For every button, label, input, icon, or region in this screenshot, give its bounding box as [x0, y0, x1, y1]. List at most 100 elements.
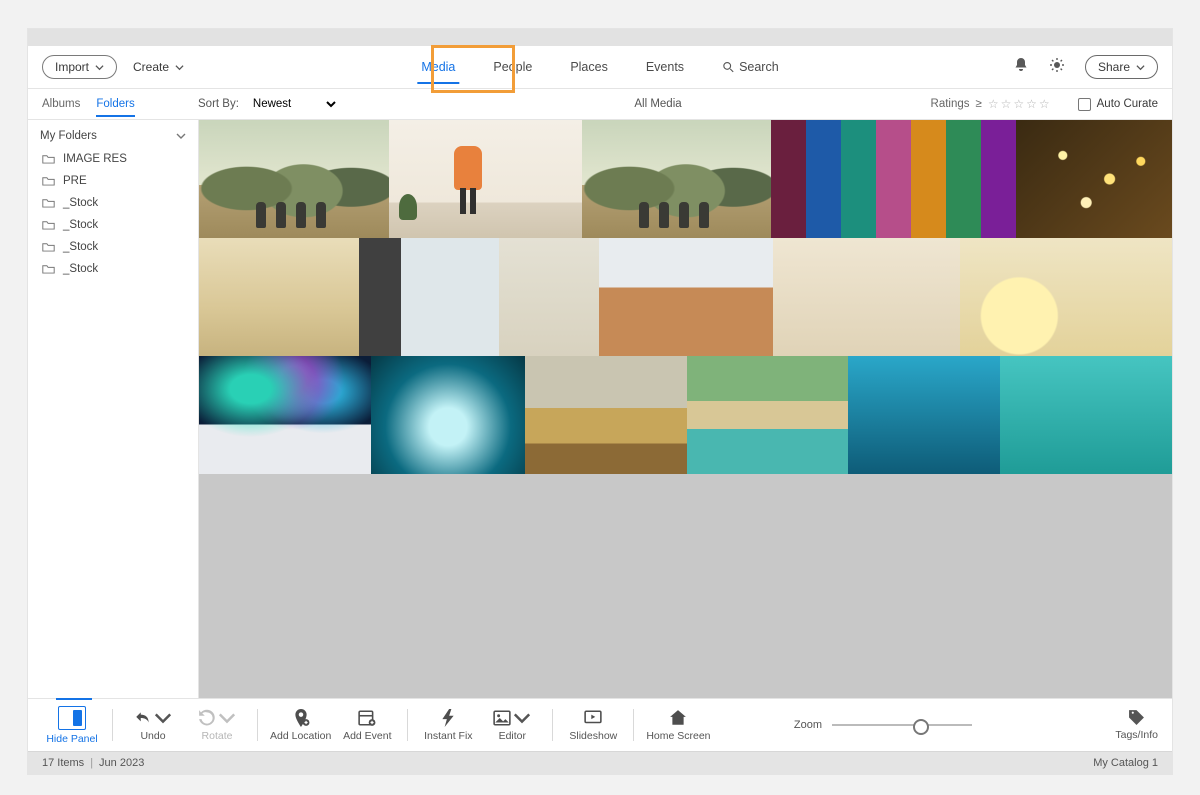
media-thumb[interactable] — [960, 238, 1172, 356]
media-thumb[interactable] — [389, 120, 582, 238]
media-thumb[interactable] — [525, 356, 687, 474]
window-chrome — [28, 29, 1172, 46]
zoom-control[interactable]: Zoom — [794, 719, 972, 731]
tab-places-label: Places — [570, 60, 608, 74]
sort-controls: Sort By: Newest — [198, 97, 931, 111]
media-thumb[interactable] — [848, 356, 1000, 474]
media-thumb[interactable] — [199, 120, 389, 238]
folder-item[interactable]: _Stock — [28, 214, 198, 236]
tab-media-label: Media — [421, 60, 455, 74]
sortby-label: Sort By: — [198, 98, 239, 110]
folder-item[interactable]: _Stock — [28, 192, 198, 214]
tab-media[interactable]: Media — [419, 48, 457, 86]
secondary-bar: Albums Folders Sort By: Newest All Media… — [28, 89, 1172, 120]
media-thumb[interactable] — [199, 356, 371, 474]
tags-info-button[interactable]: Tags/Info — [1115, 709, 1158, 741]
add-event-button[interactable]: Add Event — [335, 709, 399, 742]
rotate-label: Rotate — [202, 730, 233, 742]
create-button[interactable]: Create — [133, 60, 184, 74]
folder-icon — [42, 198, 55, 208]
rotate-icon — [198, 709, 216, 727]
media-thumb[interactable] — [773, 238, 960, 356]
chevron-down-icon — [218, 709, 236, 727]
hide-panel-button[interactable]: Hide Panel — [40, 706, 104, 745]
folder-item[interactable]: PRE — [28, 170, 198, 192]
status-date: Jun 2023 — [99, 757, 144, 769]
tag-icon — [1128, 709, 1145, 726]
import-button[interactable]: Import — [42, 55, 117, 79]
folder-list: IMAGE RES PRE _Stock _Stock _Stock _Stoc… — [28, 148, 198, 280]
chevron-down-icon — [154, 709, 172, 727]
separator — [633, 709, 634, 741]
home-icon — [669, 709, 687, 727]
notifications-button[interactable] — [1013, 57, 1029, 78]
media-thumb[interactable] — [1000, 356, 1172, 474]
autocurate-toggle[interactable]: Auto Curate — [1078, 98, 1158, 111]
ratings-label: Ratings — [931, 98, 970, 110]
status-bar: 17 Items | Jun 2023 My Catalog 1 — [28, 751, 1172, 774]
folder-group-label: My Folders — [40, 130, 97, 142]
chevron-down-icon — [175, 63, 184, 72]
sun-icon — [1049, 57, 1065, 73]
topbar: Import Create Media People Places Events… — [28, 46, 1172, 89]
tags-info-label: Tags/Info — [1115, 729, 1158, 741]
rating-stars[interactable]: ☆☆☆☆☆ — [988, 97, 1052, 111]
main-area: My Folders IMAGE RES PRE _Stock _Stock _… — [28, 120, 1172, 698]
tab-search[interactable]: Search — [720, 48, 781, 86]
separator — [552, 709, 553, 741]
folder-item[interactable]: IMAGE RES — [28, 148, 198, 170]
media-grid[interactable] — [199, 120, 1172, 698]
media-thumb[interactable] — [687, 356, 849, 474]
tab-places[interactable]: Places — [568, 48, 610, 86]
media-thumb[interactable] — [771, 120, 1016, 238]
add-location-label: Add Location — [270, 730, 331, 742]
location-icon — [292, 709, 310, 727]
home-screen-button[interactable]: Home Screen — [642, 709, 714, 742]
instant-fix-label: Instant Fix — [424, 730, 472, 742]
media-thumb[interactable] — [199, 238, 359, 356]
slideshow-icon — [584, 709, 602, 727]
undo-label: Undo — [140, 730, 165, 742]
add-location-button[interactable]: Add Location — [266, 709, 335, 742]
sort-select[interactable]: Newest — [249, 97, 339, 111]
action-bar: Hide Panel Undo Rotate Add Location Add … — [28, 698, 1172, 751]
tab-people[interactable]: People — [491, 48, 534, 86]
media-thumb[interactable] — [1016, 120, 1172, 238]
media-thumb[interactable] — [599, 238, 774, 356]
hide-panel-label: Hide Panel — [46, 733, 97, 745]
status-divider: | — [90, 757, 93, 769]
instant-fix-button[interactable]: Instant Fix — [416, 709, 480, 742]
media-thumb[interactable] — [499, 238, 599, 356]
share-label: Share — [1098, 60, 1130, 74]
folder-icon — [42, 220, 55, 230]
view-tabs: Media People Places Events Search — [419, 48, 780, 86]
rotate-button[interactable]: Rotate — [185, 709, 249, 742]
tab-events[interactable]: Events — [644, 48, 686, 86]
editor-label: Editor — [499, 730, 526, 742]
chevron-down-icon — [176, 131, 186, 141]
tab-people-label: People — [493, 60, 532, 74]
tab-events-label: Events — [646, 60, 684, 74]
bell-icon — [1013, 57, 1029, 73]
app-window: Import Create Media People Places Events… — [27, 28, 1173, 775]
import-label: Import — [55, 60, 89, 74]
folder-item[interactable]: _Stock — [28, 236, 198, 258]
folder-group-myfolders[interactable]: My Folders — [28, 126, 198, 146]
media-thumb[interactable] — [582, 120, 772, 238]
tab-albums[interactable]: Albums — [42, 92, 80, 116]
theme-toggle[interactable] — [1049, 57, 1065, 78]
folder-item[interactable]: _Stock — [28, 258, 198, 280]
slideshow-button[interactable]: Slideshow — [561, 709, 625, 742]
ratings-filter[interactable]: Ratings ≥ ☆☆☆☆☆ — [931, 97, 1052, 111]
media-thumb[interactable] — [359, 238, 499, 356]
home-screen-label: Home Screen — [646, 730, 710, 742]
undo-button[interactable]: Undo — [121, 709, 185, 742]
editor-button[interactable]: Editor — [480, 709, 544, 742]
zoom-slider[interactable] — [832, 724, 972, 726]
media-thumb[interactable] — [371, 356, 525, 474]
tab-folders[interactable]: Folders — [96, 92, 134, 116]
share-button[interactable]: Share — [1085, 55, 1158, 79]
sidebar-tabs: Albums Folders — [42, 89, 198, 119]
panel-icon — [58, 706, 86, 730]
bolt-icon — [439, 709, 457, 727]
